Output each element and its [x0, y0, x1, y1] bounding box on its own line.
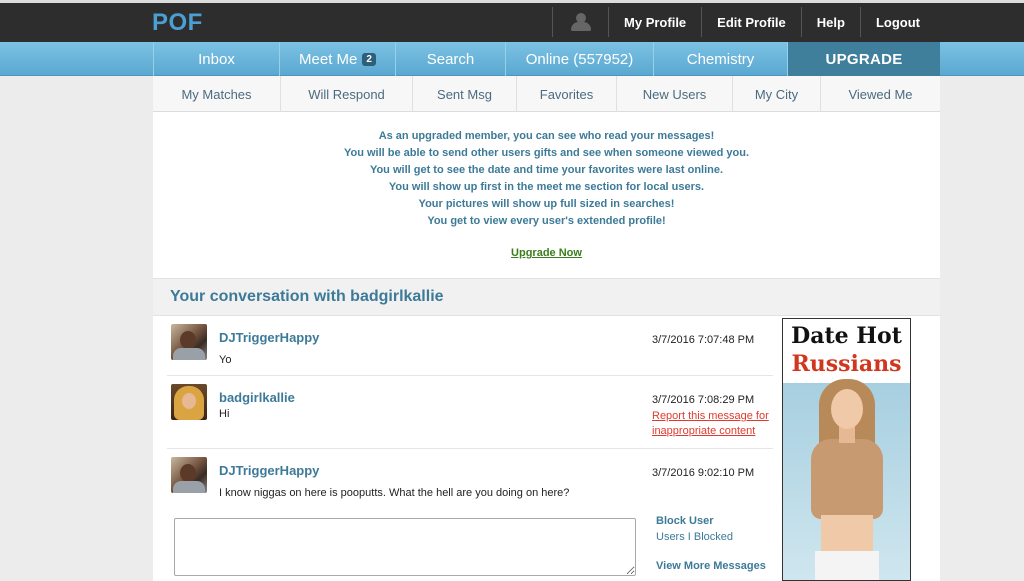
- promo-line: You will get to see the date and time yo…: [369, 164, 724, 176]
- pof-logo[interactable]: POF: [152, 9, 203, 37]
- tab-search[interactable]: Search: [395, 42, 505, 76]
- sender-name[interactable]: DJTriggerHappy: [219, 330, 319, 345]
- tab-upgrade[interactable]: UPGRADE: [787, 42, 940, 76]
- logout-link[interactable]: Logout: [859, 7, 935, 37]
- message-text: Hi: [219, 408, 230, 420]
- tab-chemistry[interactable]: Chemistry: [653, 42, 787, 76]
- edit-profile-link[interactable]: Edit Profile: [701, 7, 801, 37]
- message-timestamp: 3/7/2016 7:08:29 PM: [652, 394, 755, 406]
- top-nav: My Profile Edit Profile Help Logout: [552, 7, 935, 39]
- ad-headline-2: Russians: [791, 351, 902, 377]
- help-link[interactable]: Help: [800, 7, 860, 37]
- my-profile-link[interactable]: My Profile: [608, 7, 701, 37]
- message-list: DJTriggerHappy Yo 3/7/2016 7:07:48 PM ba…: [167, 316, 773, 509]
- message-item: DJTriggerHappy I know niggas on here is …: [167, 449, 773, 509]
- promo-line: As an upgraded member, you can see who r…: [378, 130, 715, 142]
- top-bar: POF My Profile Edit Profile Help Logout: [0, 0, 1024, 42]
- message-text: Yo: [219, 354, 232, 366]
- report-message-link[interactable]: Report this message for inappropriate co…: [652, 409, 772, 439]
- tab-label: Online (557952): [525, 50, 634, 68]
- message-text: I know niggas on here is pooputts. What …: [219, 487, 570, 499]
- subnav-sent-msg[interactable]: Sent Msg: [413, 76, 517, 112]
- sender-name[interactable]: badgirlkallie: [219, 390, 295, 405]
- tab-inbox[interactable]: Inbox: [153, 42, 279, 76]
- users-blocked-link[interactable]: Users I Blocked: [656, 531, 766, 543]
- user-silhouette-icon: [570, 13, 592, 31]
- subnav-new-users[interactable]: New Users: [617, 76, 733, 112]
- advertisement-banner[interactable]: Date Hot Russians: [782, 318, 911, 581]
- reply-textarea[interactable]: [174, 518, 636, 576]
- main-content: As an upgraded member, you can see who r…: [153, 112, 940, 581]
- message-timestamp: 3/7/2016 7:07:48 PM: [652, 334, 755, 346]
- subnav-my-matches[interactable]: My Matches: [153, 76, 281, 112]
- subnav-viewed-me[interactable]: Viewed Me: [821, 76, 940, 112]
- view-more-messages-link[interactable]: View More Messages: [656, 560, 766, 572]
- message-timestamp: 3/7/2016 9:02:10 PM: [652, 467, 755, 479]
- sender-name[interactable]: DJTriggerHappy: [219, 463, 319, 478]
- ad-headline-1: Date Hot: [791, 323, 902, 349]
- upgrade-promo: As an upgraded member, you can see who r…: [153, 112, 940, 278]
- message-item: badgirlkallie Hi 3/7/2016 7:08:29 PM Rep…: [167, 376, 773, 449]
- meet-me-count-badge: 2: [362, 52, 376, 66]
- tab-label: Search: [426, 50, 475, 68]
- tab-label: Meet Me: [299, 50, 358, 68]
- promo-line: You will show up first in the meet me se…: [388, 181, 705, 193]
- sender-avatar[interactable]: [171, 384, 207, 420]
- tab-online[interactable]: Online (557952): [505, 42, 653, 76]
- conversation-title: Your conversation with badgirlkallie: [170, 288, 444, 305]
- conversation-actions: Block User Users I Blocked View More Mes…: [656, 515, 766, 572]
- promo-line: You get to view every user's extended pr…: [427, 215, 666, 227]
- block-user-link[interactable]: Block User: [656, 515, 766, 527]
- sender-avatar[interactable]: [171, 457, 207, 493]
- message-item: DJTriggerHappy Yo 3/7/2016 7:07:48 PM: [167, 316, 773, 376]
- subnav-will-respond[interactable]: Will Respond: [281, 76, 413, 112]
- promo-line: You will be able to send other users gif…: [343, 147, 750, 159]
- sub-nav: My Matches Will Respond Sent Msg Favorit…: [153, 76, 940, 112]
- tab-label: Chemistry: [686, 50, 755, 68]
- subnav-my-city[interactable]: My City: [733, 76, 821, 112]
- tab-meet-me[interactable]: Meet Me 2: [279, 42, 395, 76]
- sender-avatar[interactable]: [171, 324, 207, 360]
- main-nav: Inbox Meet Me 2 Search Online (557952) Ch…: [0, 42, 1024, 76]
- tab-label: UPGRADE: [825, 50, 903, 68]
- upgrade-now-link[interactable]: Upgrade Now: [153, 247, 940, 259]
- promo-line: Your pictures will show up full sized in…: [418, 198, 675, 210]
- profile-avatar[interactable]: [552, 7, 608, 37]
- conversation-header: Your conversation with badgirlkallie: [153, 278, 940, 316]
- tab-label: Inbox: [198, 50, 235, 68]
- subnav-favorites[interactable]: Favorites: [517, 76, 617, 112]
